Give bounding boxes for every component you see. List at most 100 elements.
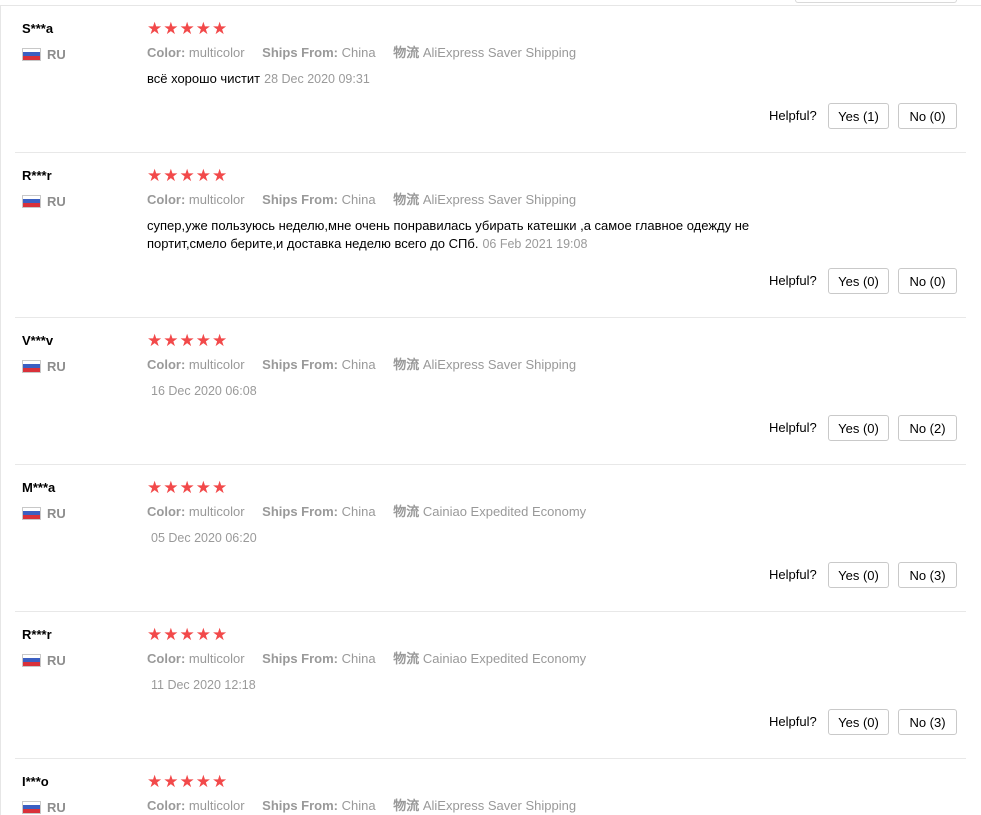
- color-label: Color:: [147, 357, 186, 372]
- color-label: Color:: [147, 192, 186, 207]
- vote-yes-button[interactable]: Yes (1): [828, 103, 889, 129]
- ships-from-value: China: [341, 504, 376, 519]
- helpful-label: Helpful?: [769, 567, 817, 582]
- vote-no-button[interactable]: No (3): [898, 562, 957, 588]
- order-info: Color: multicolor Ships From: China 物流 A…: [147, 192, 590, 208]
- ships-from-label: Ships From:: [262, 45, 338, 60]
- sort-dropdown-edge[interactable]: [795, 0, 957, 3]
- helpful-vote: Helpful? Yes (0) No (2): [769, 415, 959, 441]
- review-text: 11 Dec 2020 12:18: [147, 676, 807, 694]
- logistics-value: AliExpress Saver Shipping: [422, 45, 577, 60]
- review-date: 11 Dec 2020 12:18: [151, 678, 256, 692]
- color-label: Color:: [147, 651, 186, 666]
- order-info: Color: multicolor Ships From: China 物流 A…: [147, 357, 590, 373]
- color-label: Color:: [147, 45, 186, 60]
- review-item: M***a RU ★★★★★ Color: multicolor Ships F…: [0, 465, 981, 612]
- logistics-label: 物流: [393, 504, 420, 519]
- review-body: всё хорошо чистит: [147, 71, 261, 86]
- ships-from-label: Ships From:: [262, 798, 338, 813]
- review-item: S***a RU ★★★★★ Color: multicolor Ships F…: [0, 6, 981, 153]
- ships-from-value: China: [341, 798, 376, 813]
- review-item: R***r RU ★★★★★ Color: multicolor Ships F…: [0, 153, 981, 318]
- color-label: Color:: [147, 798, 186, 813]
- country-code: RU: [47, 653, 66, 668]
- helpful-vote: Helpful? Yes (0) No (0): [769, 268, 959, 294]
- vote-no-button[interactable]: No (0): [898, 268, 957, 294]
- reviewer-name: S***a: [22, 21, 54, 36]
- ships-from-value: China: [341, 192, 376, 207]
- country-code: RU: [47, 506, 66, 521]
- order-info: Color: multicolor Ships From: China 物流 C…: [147, 504, 600, 520]
- review-text: всё хорошо чистит 28 Dec 2020 09:31: [147, 70, 807, 88]
- logistics-label: 物流: [393, 192, 420, 207]
- vote-no-button[interactable]: No (3): [898, 709, 957, 735]
- color-value: multicolor: [188, 504, 245, 519]
- helpful-label: Helpful?: [769, 273, 817, 288]
- country-code: RU: [47, 359, 66, 374]
- logistics-value: Cainiao Expedited Economy: [422, 651, 587, 666]
- star-rating: ★★★★★: [147, 772, 229, 792]
- ships-from-label: Ships From:: [262, 651, 338, 666]
- country-code: RU: [47, 194, 66, 209]
- helpful-vote: Helpful? Yes (0) No (3): [769, 709, 959, 735]
- color-value: multicolor: [188, 357, 245, 372]
- vote-yes-button[interactable]: Yes (0): [828, 562, 889, 588]
- ships-from-label: Ships From:: [262, 504, 338, 519]
- vote-no-button[interactable]: No (2): [898, 415, 957, 441]
- vote-no-button[interactable]: No (0): [898, 103, 957, 129]
- russia-flag-icon: [22, 507, 41, 520]
- color-value: multicolor: [188, 798, 245, 813]
- ships-from-value: China: [341, 651, 376, 666]
- review-date: 05 Dec 2020 06:20: [151, 531, 257, 545]
- review-date: 28 Dec 2020 09:31: [264, 72, 370, 86]
- russia-flag-icon: [22, 48, 41, 61]
- vote-yes-button[interactable]: Yes (0): [828, 709, 889, 735]
- star-rating: ★★★★★: [147, 625, 229, 645]
- order-info: Color: multicolor Ships From: China 物流 C…: [147, 651, 600, 667]
- review-text: 05 Dec 2020 06:20: [147, 529, 807, 547]
- ships-from-label: Ships From:: [262, 357, 338, 372]
- star-rating: ★★★★★: [147, 19, 229, 39]
- review-text: супер,уже пользуюсь неделю,мне очень пон…: [147, 217, 807, 253]
- order-info: Color: multicolor Ships From: China 物流 A…: [147, 45, 590, 61]
- reviewer-name: R***r: [22, 627, 52, 642]
- logistics-value: AliExpress Saver Shipping: [422, 357, 577, 372]
- russia-flag-icon: [22, 654, 41, 667]
- vote-yes-button[interactable]: Yes (0): [828, 415, 889, 441]
- helpful-label: Helpful?: [769, 108, 817, 123]
- review-date: 16 Dec 2020 06:08: [151, 384, 257, 398]
- helpful-vote: Helpful? Yes (1) No (0): [769, 103, 959, 129]
- logistics-value: AliExpress Saver Shipping: [422, 798, 577, 813]
- logistics-value: Cainiao Expedited Economy: [422, 504, 587, 519]
- helpful-label: Helpful?: [769, 714, 817, 729]
- star-rating: ★★★★★: [147, 331, 229, 351]
- reviewer-name: I***o: [22, 774, 49, 789]
- logistics-label: 物流: [393, 798, 420, 813]
- helpful-label: Helpful?: [769, 420, 817, 435]
- logistics-label: 物流: [393, 651, 420, 666]
- color-label: Color:: [147, 504, 186, 519]
- russia-flag-icon: [22, 801, 41, 814]
- review-text: 16 Dec 2020 06:08: [147, 382, 807, 400]
- review-date: 06 Feb 2021 19:08: [482, 237, 588, 251]
- ships-from-value: China: [341, 357, 376, 372]
- logistics-label: 物流: [393, 357, 420, 372]
- ships-from-label: Ships From:: [262, 192, 338, 207]
- reviewer-name: R***r: [22, 168, 52, 183]
- reviewer-name: V***v: [22, 333, 54, 348]
- review-item: V***v RU ★★★★★ Color: multicolor Ships F…: [0, 318, 981, 465]
- color-value: multicolor: [188, 192, 245, 207]
- vote-yes-button[interactable]: Yes (0): [828, 268, 889, 294]
- russia-flag-icon: [22, 360, 41, 373]
- logistics-value: AliExpress Saver Shipping: [422, 192, 577, 207]
- color-value: multicolor: [188, 45, 245, 60]
- star-rating: ★★★★★: [147, 166, 229, 186]
- country-code: RU: [47, 47, 66, 62]
- star-rating: ★★★★★: [147, 478, 229, 498]
- reviewer-name: M***a: [22, 480, 56, 495]
- logistics-label: 物流: [393, 45, 420, 60]
- order-info: Color: multicolor Ships From: China 物流 A…: [147, 798, 590, 814]
- country-code: RU: [47, 800, 66, 815]
- helpful-vote: Helpful? Yes (0) No (3): [769, 562, 959, 588]
- russia-flag-icon: [22, 195, 41, 208]
